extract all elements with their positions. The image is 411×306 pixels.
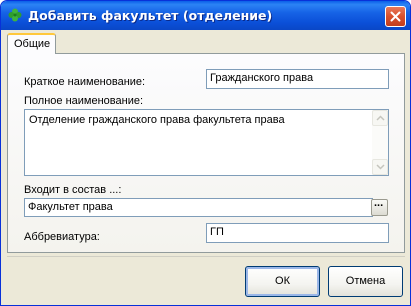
scroll-up-button[interactable] <box>372 110 388 126</box>
short-name-label: Краткое наименование: <box>24 76 146 88</box>
full-name-label: Полное наименование: <box>24 95 144 107</box>
tab-panel: Краткое наименование: Гражданского права… <box>7 53 405 253</box>
close-icon <box>390 11 401 22</box>
chevron-up-icon <box>376 115 385 121</box>
full-name-scrollbar[interactable] <box>372 110 388 175</box>
scroll-down-button[interactable] <box>372 159 388 175</box>
chevron-down-icon <box>376 164 385 170</box>
tab-general-label: Общие <box>14 38 51 50</box>
ok-button[interactable]: ОК <box>245 266 320 297</box>
title-bar[interactable]: Добавить факультет (отделение) <box>1 1 410 30</box>
lookup-label: ... <box>374 197 384 209</box>
full-name-field[interactable]: Отделение гражданского права факультета … <box>24 109 389 176</box>
dialog-window: Добавить факультет (отделение) Общие Кра… <box>0 0 411 306</box>
app-clover-icon <box>8 8 22 22</box>
parent-field[interactable]: Факультет права <box>24 198 373 217</box>
short-name-value: Гражданского права <box>210 72 314 84</box>
parent-label: Входит в состав ...: <box>24 184 122 196</box>
close-button[interactable] <box>385 6 406 27</box>
abbreviation-value: ГП <box>210 226 224 238</box>
parent-value: Факультет права <box>28 201 113 213</box>
abbreviation-field[interactable]: ГП <box>206 223 389 243</box>
divider <box>7 256 405 257</box>
abbreviation-label: Аббревиатура: <box>24 231 100 243</box>
window-title: Добавить факультет (отделение) <box>28 8 273 23</box>
cancel-button[interactable]: Отмена <box>328 266 403 297</box>
parent-lookup-button[interactable]: ... <box>371 197 388 216</box>
tab-general[interactable]: Общие <box>7 33 56 54</box>
short-name-field[interactable]: Гражданского права <box>206 69 389 89</box>
full-name-value: Отделение гражданского права факультета … <box>29 114 285 126</box>
